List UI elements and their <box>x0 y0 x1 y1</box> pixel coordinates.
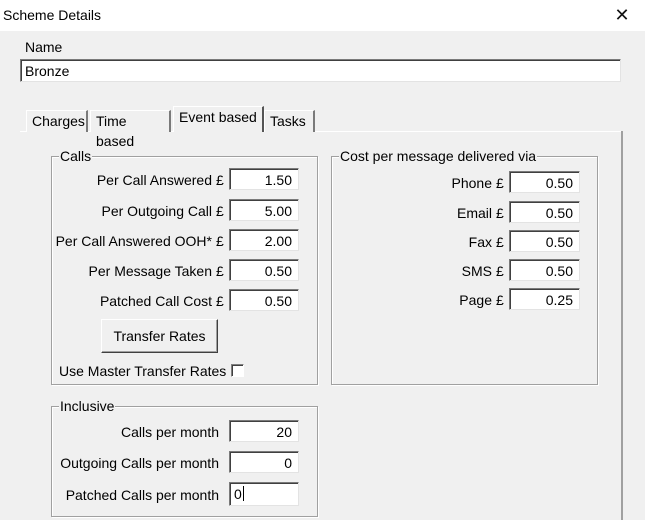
currency-symbol: £ <box>216 233 224 249</box>
window-title: Scheme Details <box>3 7 102 23</box>
per-message-taken-label: Per Message Taken <box>88 263 212 279</box>
tab-time-based[interactable]: Time based <box>90 110 171 149</box>
patched-call-cost-input[interactable]: 0.50 <box>229 289 299 311</box>
use-master-transfer-rates-label: Use Master Transfer Rates <box>59 363 227 379</box>
tab-charges[interactable]: Charges <box>26 110 88 132</box>
per-call-answered-input[interactable]: 1.50 <box>229 168 299 190</box>
phone-label: Phone <box>451 175 492 191</box>
cost-per-message-group-title: Cost per message delivered via <box>339 148 538 164</box>
name-input[interactable]: Bronze <box>20 59 621 82</box>
sms-cost-input[interactable]: 0.50 <box>509 259 580 281</box>
page-label: Page <box>459 292 492 308</box>
currency-symbol: £ <box>496 234 504 250</box>
sms-label: SMS <box>461 263 492 279</box>
calls-group-title: Calls <box>59 148 93 164</box>
close-button[interactable]: ✕ <box>599 0 645 31</box>
calls-per-month-input[interactable]: 20 <box>229 420 299 442</box>
patched-calls-per-month-input[interactable]: 0 <box>229 482 299 506</box>
currency-symbol: £ <box>496 292 504 308</box>
currency-symbol: £ <box>496 205 504 221</box>
fax-label: Fax <box>468 234 492 250</box>
per-call-answered-label: Per Call Answered <box>96 172 212 188</box>
phone-cost-input[interactable]: 0.50 <box>509 171 580 193</box>
patched-calls-value: 0 <box>234 486 242 502</box>
tab-tasks[interactable]: Tasks <box>264 110 315 132</box>
text-caret <box>242 486 244 501</box>
outgoing-calls-per-month-input[interactable]: 0 <box>229 451 299 473</box>
currency-symbol: £ <box>216 263 224 279</box>
currency-symbol: £ <box>496 175 504 191</box>
tab-event-based[interactable]: Event based <box>173 106 264 132</box>
tab-panel-right-edge <box>621 131 623 520</box>
patched-call-cost-label: Patched Call Cost <box>99 293 212 309</box>
name-label: Name <box>25 39 63 55</box>
fax-cost-input[interactable]: 0.50 <box>509 230 580 252</box>
per-call-answered-ooh-label: Per Call Answered OOH* <box>55 233 212 249</box>
currency-symbol: £ <box>216 203 224 219</box>
email-label: Email <box>456 205 492 221</box>
outgoing-calls-per-month-label: Outgoing Calls per month <box>60 455 219 471</box>
calls-per-month-label: Calls per month <box>120 424 219 440</box>
inclusive-group-title: Inclusive <box>59 398 116 414</box>
transfer-rates-button[interactable]: Transfer Rates <box>101 319 218 353</box>
currency-symbol: £ <box>216 293 224 309</box>
email-cost-input[interactable]: 0.50 <box>509 201 580 223</box>
per-message-taken-input[interactable]: 0.50 <box>229 259 299 281</box>
page-cost-input[interactable]: 0.25 <box>509 288 580 310</box>
currency-symbol: £ <box>216 172 224 188</box>
use-master-transfer-rates-checkbox[interactable] <box>231 364 244 377</box>
title-bar: Scheme Details ✕ <box>0 0 645 31</box>
patched-calls-per-month-label: Patched Calls per month <box>65 487 219 503</box>
currency-symbol: £ <box>496 263 504 279</box>
per-outgoing-call-input[interactable]: 5.00 <box>229 199 299 221</box>
per-outgoing-call-label: Per Outgoing Call <box>101 203 212 219</box>
per-call-answered-ooh-input[interactable]: 2.00 <box>229 229 299 251</box>
close-icon: ✕ <box>614 5 630 25</box>
